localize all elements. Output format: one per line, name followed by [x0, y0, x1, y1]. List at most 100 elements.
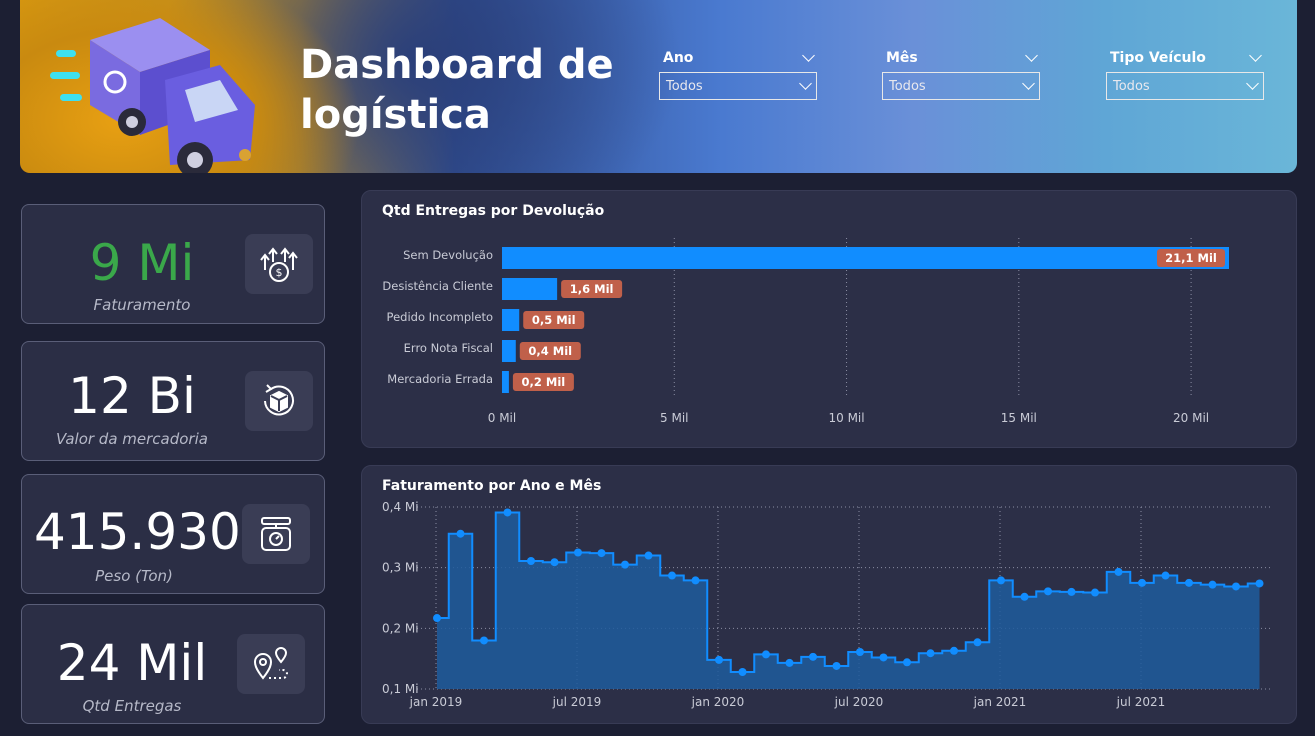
money-growth-icon: $ — [245, 234, 313, 294]
bar — [502, 340, 516, 362]
kpi-card-valor-mercadoria: 12 Bi Valor da mercadoria — [21, 341, 325, 461]
data-point — [550, 558, 559, 567]
filter-tipo-veiculo[interactable]: Tipo Veículo Todos — [1106, 49, 1264, 100]
filter-tipo-veiculo-select[interactable]: Todos — [1106, 72, 1264, 100]
data-point — [1138, 578, 1146, 587]
chevron-down-icon[interactable] — [799, 77, 812, 90]
data-point — [503, 508, 512, 517]
filter-label: Ano — [663, 50, 694, 66]
x-tick-label: jan 2020 — [691, 695, 745, 709]
route-pin-icon — [237, 634, 305, 694]
category-label: Mercadoria Errada — [387, 372, 493, 386]
data-point — [832, 661, 841, 670]
y-tick-label: 0,1 Mi — [382, 682, 419, 696]
filter-value: Todos — [1113, 78, 1150, 94]
x-tick-label: 20 Mil — [1173, 411, 1209, 425]
data-point — [480, 636, 488, 645]
data-label: 21,1 Mil — [1165, 251, 1217, 265]
filter-label: Mês — [886, 50, 918, 66]
filter-value: Todos — [666, 78, 703, 94]
data-point — [1161, 571, 1170, 580]
filter-ano-select[interactable]: Todos — [659, 72, 817, 100]
data-point — [1044, 587, 1052, 596]
x-tick-label: jan 2021 — [973, 695, 1027, 709]
chevron-down-icon[interactable] — [802, 49, 815, 62]
scale-icon — [242, 504, 310, 564]
package-cycle-icon — [245, 371, 313, 431]
data-point — [879, 653, 888, 662]
data-point — [691, 576, 700, 585]
data-point — [762, 650, 770, 659]
data-point — [1091, 588, 1099, 597]
data-label: 0,4 Mil — [528, 344, 572, 358]
y-tick-label: 0,3 Mi — [382, 561, 419, 575]
filter-mes[interactable]: Mês Todos — [882, 49, 1040, 100]
y-tick-label: 0,4 Mi — [382, 500, 419, 514]
chevron-down-icon[interactable] — [1249, 49, 1262, 62]
bar — [502, 247, 1229, 269]
chevron-down-icon[interactable] — [1246, 77, 1259, 90]
chevron-down-icon[interactable] — [1022, 77, 1035, 90]
category-label: Pedido Incompleto — [387, 310, 493, 324]
kpi-card-peso: 415.930 Peso (Ton) — [21, 474, 325, 594]
bar — [502, 371, 509, 393]
y-tick-label: 0,2 Mi — [382, 621, 419, 635]
data-point — [809, 652, 817, 661]
kpi-value: 24 Mil — [56, 634, 208, 692]
data-point — [1067, 587, 1076, 596]
kpi-card-qtd-entregas: 24 Mil Qtd Entregas — [21, 604, 325, 724]
filter-label: Tipo Veículo — [1110, 50, 1206, 66]
data-label: 0,2 Mil — [522, 375, 566, 389]
area-chart: 0,1 Mi 0,2 Mi 0,3 Mi 0,4 Mi jan 2019 jul 2019… — [382, 500, 1272, 709]
bar — [502, 309, 520, 331]
header-banner: Dashboard de logística Ano Todos Mês Tod… — [20, 0, 1297, 173]
truck-icon — [50, 18, 255, 173]
x-tick-label: jul 2021 — [1116, 695, 1166, 709]
filter-ano[interactable]: Ano Todos — [659, 49, 817, 100]
x-tick-label: 15 Mil — [1001, 411, 1037, 425]
category-label: Erro Nota Fiscal — [404, 341, 493, 355]
panel-entregas-devolucao: Qtd Entregas por Devolução 0 Mil 5 Mil 10 … — [361, 190, 1297, 448]
data-point — [621, 560, 629, 569]
data-point — [997, 576, 1005, 585]
kpi-label: Qtd Entregas — [82, 697, 182, 715]
kpi-label: Peso (Ton) — [95, 567, 173, 585]
x-tick-label: 5 Mil — [660, 411, 688, 425]
data-label: 0,5 Mil — [532, 313, 576, 327]
data-label: 1,6 Mil — [570, 282, 614, 296]
data-point — [715, 655, 723, 664]
data-point — [1232, 582, 1240, 591]
x-tick-label: jul 2019 — [552, 695, 602, 709]
data-point — [973, 638, 982, 647]
data-point — [433, 614, 441, 623]
data-point — [785, 658, 794, 667]
data-point — [574, 548, 582, 557]
data-point — [1114, 567, 1123, 576]
title-line-1: Dashboard de — [300, 42, 614, 88]
data-point — [1208, 580, 1217, 589]
page-title: Dashboard de logística — [300, 40, 614, 140]
x-tick-label: jul 2020 — [834, 695, 884, 709]
kpi-value: 9 Mi — [89, 234, 195, 292]
data-point — [1185, 578, 1193, 587]
data-point — [950, 646, 958, 655]
chevron-down-icon[interactable] — [1025, 49, 1038, 62]
filter-mes-select[interactable]: Todos — [882, 72, 1040, 100]
data-point — [903, 658, 911, 667]
kpi-label: Valor da mercadoria — [56, 430, 208, 448]
data-point — [456, 529, 465, 538]
bar-chart: 0 Mil 5 Mil 10 Mil 15 Mil 20 Mil Sem Devoluçã… — [382, 238, 1229, 425]
data-point — [926, 649, 935, 658]
category-label: Desistência Cliente — [382, 279, 493, 293]
panel-faturamento-mes: Faturamento por Ano e Mês 0,1 Mi 0,2 Mi 0,… — [361, 465, 1297, 724]
x-tick-label: jan 2019 — [409, 695, 463, 709]
data-point — [1255, 579, 1264, 588]
title-line-2: logística — [300, 92, 491, 138]
bar — [502, 278, 558, 300]
data-point — [597, 549, 606, 558]
data-point — [668, 571, 676, 580]
kpi-label: Faturamento — [93, 296, 191, 314]
filter-value: Todos — [889, 78, 926, 94]
x-tick-label: 0 Mil — [488, 411, 516, 425]
kpi-value: 415.930 — [34, 503, 241, 561]
